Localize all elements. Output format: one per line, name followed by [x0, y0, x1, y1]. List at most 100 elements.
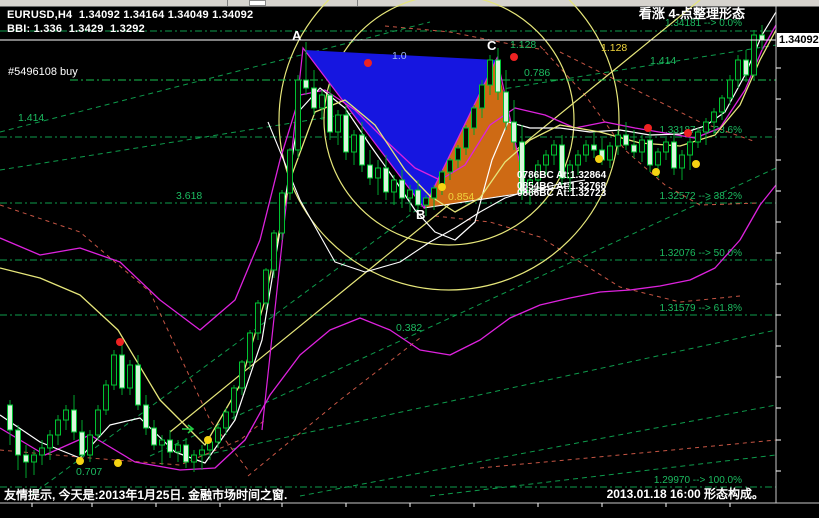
bc-ratio-annotations: 0786BC At:1.328640854BC At:1.327680886BC… [517, 170, 607, 199]
bc-ratio-label: 0886BC At:1.32723 [517, 188, 607, 199]
candle-body [223, 411, 229, 429]
pattern-title: 看涨 4-点整理形态 [638, 6, 745, 21]
fib-level-label: 1.32572 --> 38.2% [659, 191, 742, 202]
quote-bbi-line: BBI: 1.336 1.3429 1.3292 [7, 23, 145, 35]
pattern-point-label: C [487, 38, 497, 53]
candle-body [391, 179, 397, 193]
candle-body [327, 94, 333, 133]
dashed-line [479, 439, 777, 469]
candle-body [495, 59, 501, 93]
candle-body [287, 149, 293, 194]
sell-signal-dot [116, 338, 124, 346]
alert-signal-dot [76, 457, 84, 465]
candle-body [623, 134, 629, 146]
price-axis[interactable]: 1.338251.335201.332151.329151.326101.323… [776, 6, 819, 503]
dashed-line [0, 204, 249, 471]
candle-body [167, 439, 173, 453]
candle-body [703, 121, 709, 133]
ratio-label: 0.854 [448, 191, 474, 203]
alert-signal-dot [114, 459, 122, 467]
candle-body [151, 427, 157, 446]
ratio-label: 1.414 [18, 112, 44, 124]
candle-body [631, 144, 637, 153]
candle-body [87, 434, 93, 456]
candle-body [263, 269, 269, 304]
candle-body [175, 444, 181, 453]
pattern-point-label: B [416, 207, 425, 222]
formation-time-note: 2013.01.18 16:00 形态构成。 [606, 487, 764, 501]
candle-body [591, 144, 597, 151]
pattern-point-label: A [292, 28, 302, 43]
candle-body [191, 454, 197, 463]
candle-body [271, 232, 277, 271]
candle-body [639, 139, 645, 153]
harmonic-pattern [261, 46, 571, 431]
alert-signal-dot [595, 155, 603, 163]
candle-body [39, 447, 45, 456]
candle-body [319, 94, 325, 109]
candle-body [23, 454, 29, 463]
candle-body [127, 364, 133, 389]
candle-body [15, 429, 21, 456]
candle-body [231, 387, 237, 413]
alert-signal-dot [438, 183, 446, 191]
candle-body [743, 59, 749, 76]
candle-body [471, 107, 477, 129]
candle-body [215, 427, 221, 443]
quote-symbol-line: EURUSD,H4 1.34092 1.34164 1.34049 1.3409… [7, 9, 254, 21]
ratio-label: 3.618 [176, 190, 202, 202]
ratio-label: 0.382 [396, 322, 422, 334]
candle-body [383, 167, 389, 193]
candle-body [727, 79, 733, 99]
candle-body [7, 404, 13, 431]
sell-signal-dot [510, 53, 518, 61]
fan-line [204, 329, 777, 456]
candle-body [311, 87, 317, 109]
candle-body [79, 431, 85, 456]
candle-body [455, 147, 461, 161]
candle-body [375, 167, 381, 179]
candle-body [399, 179, 405, 199]
candle-body [479, 84, 485, 109]
candle-body [551, 144, 557, 156]
candle-body [687, 141, 693, 156]
candle-body [415, 189, 421, 206]
candle-body [135, 364, 141, 406]
candle-body [55, 419, 61, 436]
candle-body [679, 154, 685, 169]
candle-body [423, 197, 429, 206]
candle-body [487, 59, 493, 86]
candle-body [103, 384, 109, 411]
candle-body [503, 91, 509, 123]
candle-body [255, 302, 261, 334]
candle-body [359, 134, 365, 166]
candle-body [407, 189, 413, 199]
candle-body [111, 354, 117, 386]
candle-body [647, 139, 653, 166]
candle-body [735, 59, 741, 81]
time-axis[interactable]: 4 Jan 20137 Jan 04:008 Jan 12:009 Jan 20… [0, 503, 776, 518]
candle-body [575, 154, 581, 166]
candle-body [695, 131, 701, 143]
candle-body [335, 114, 341, 133]
sell-signal-dot [644, 124, 652, 132]
candle-body [655, 151, 661, 166]
ratio-label: 1.128 [510, 39, 536, 51]
candle-body [71, 409, 77, 433]
candle-body [95, 409, 101, 436]
candle-body [447, 159, 453, 173]
chart-canvas[interactable]: 1.34181 --> 0.0%1.33187 --> 23.6%1.32572… [0, 0, 819, 518]
candle-body [247, 332, 253, 363]
candle-body [431, 187, 437, 199]
fib-level-label: 1.32076 --> 50.0% [659, 248, 742, 259]
ratio-label: 0.707 [76, 466, 102, 478]
alert-signal-dot [204, 436, 212, 444]
candle-body [711, 111, 717, 123]
ratio-label: 1.128 [601, 42, 627, 54]
candle-body [615, 134, 621, 147]
ratio-label: 1.414 [650, 55, 676, 67]
candle-body [279, 192, 285, 234]
candle-body [759, 34, 765, 41]
candle-body [183, 444, 189, 463]
alert-signal-dot [692, 160, 700, 168]
